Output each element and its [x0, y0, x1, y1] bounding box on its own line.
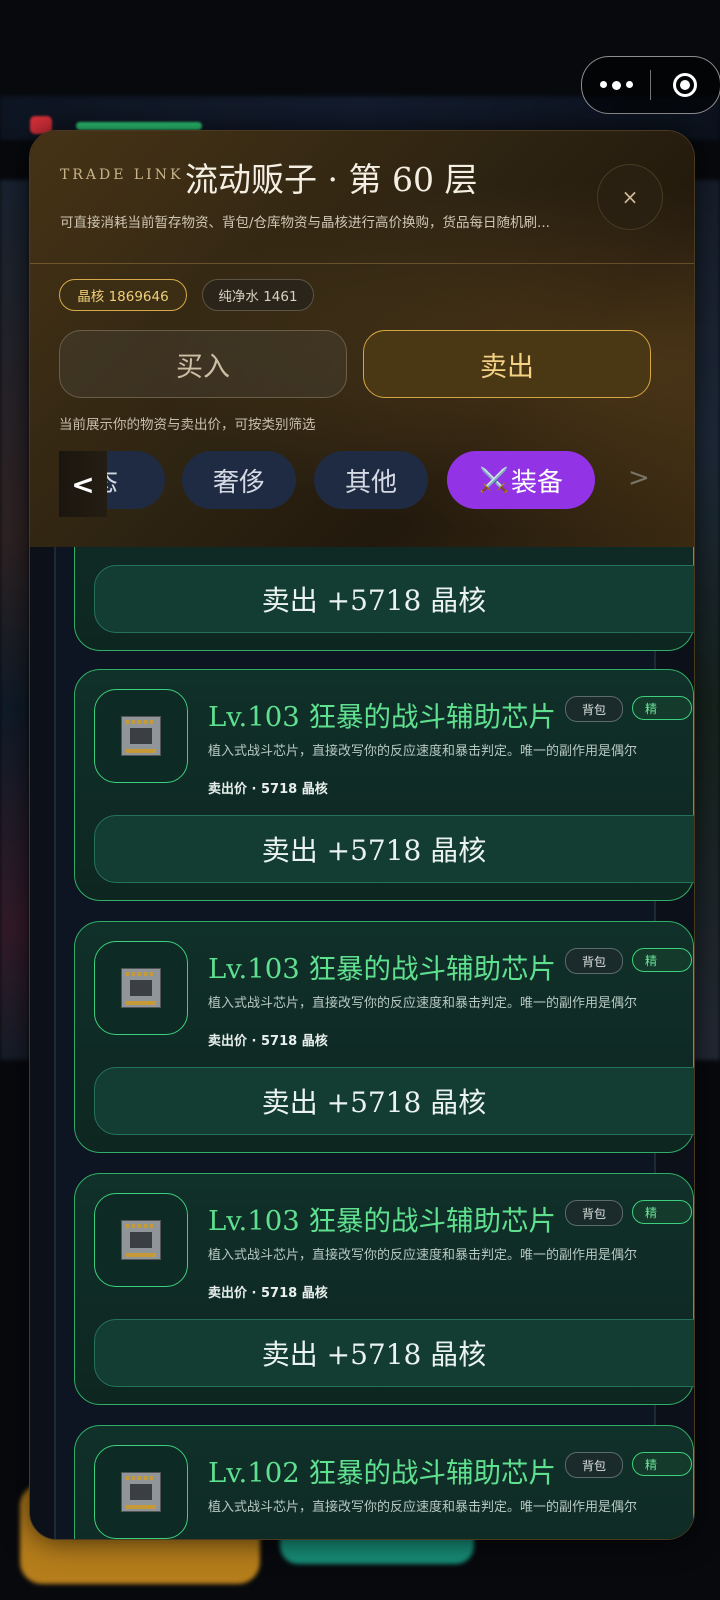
quality-badge: 精 — [632, 948, 692, 972]
item-thumbnail — [94, 1445, 188, 1539]
close-button[interactable]: × — [597, 164, 663, 230]
list-item: Lv.103 狂暴的战斗辅助芯片 背包 精 植入式战斗芯片，直接改写你的反应速度… — [74, 1173, 694, 1405]
health-bar — [76, 122, 202, 130]
chip-icon — [121, 968, 161, 1008]
record-target-icon[interactable] — [651, 73, 719, 97]
item-price: 卖出价 · 5718 晶核 — [208, 1286, 328, 1301]
scroll-right-arrow[interactable]: > — [628, 463, 650, 493]
item-price: 卖出价 · 5718 晶核 — [208, 1034, 328, 1049]
category-tab-other[interactable]: 其他 — [314, 451, 428, 509]
item-description: 植入式战斗芯片，直接改写你的反应速度和暴击判定。唯一的副作用是偶尔 — [208, 996, 638, 1011]
sell-button[interactable]: 卖出 +5718 晶核 — [94, 1067, 694, 1135]
scroll-left-arrow[interactable]: < — [59, 451, 107, 517]
list-item: 卖出 +5718 晶核 — [74, 547, 694, 651]
sell-button[interactable]: 卖出 +5718 晶核 — [94, 815, 694, 883]
close-icon: × — [621, 185, 639, 209]
category-filter-bar: 生态 奢侈 其他 ⚔️装备 — [59, 451, 665, 509]
item-name: Lv.102 狂暴的战斗辅助芯片 — [208, 1457, 557, 1489]
quality-badge: 精 — [632, 1452, 692, 1476]
item-name: Lv.103 狂暴的战斗辅助芯片 — [208, 953, 557, 985]
chip-icon — [121, 1472, 161, 1512]
category-label: 装备 — [510, 467, 563, 498]
quality-badge: 精 — [632, 1200, 692, 1224]
list-item: Lv.102 狂暴的战斗辅助芯片 背包 精 植入式战斗芯片，直接改写你的反应速度… — [74, 1425, 694, 1539]
item-thumbnail — [94, 941, 188, 1035]
item-thumbnail — [94, 1193, 188, 1287]
list-item: Lv.103 狂暴的战斗辅助芯片 背包 精 植入式战斗芯片，直接改写你的反应速度… — [74, 669, 694, 901]
item-price: 卖出价 · 5718 晶核 — [208, 782, 328, 797]
source-badge: 背包 — [565, 948, 623, 974]
crossed-swords-icon: ⚔️ — [479, 466, 509, 494]
mini-program-capsule — [581, 56, 720, 114]
item-list: 卖出 +5718 晶核 Lv.103 狂暴的战斗辅助芯片 背包 精 植入式战斗芯… — [30, 547, 694, 1539]
source-badge: 背包 — [565, 1452, 623, 1478]
item-name: Lv.103 狂暴的战斗辅助芯片 — [208, 1205, 557, 1237]
list-item: Lv.103 狂暴的战斗辅助芯片 背包 精 植入式战斗芯片，直接改写你的反应速度… — [74, 921, 694, 1153]
quality-badge: 精 — [632, 696, 692, 720]
water-balance-badge: 纯净水 1461 — [202, 279, 314, 311]
item-thumbnail — [94, 689, 188, 783]
chip-icon — [121, 1220, 161, 1260]
sell-button[interactable]: 卖出 +5718 晶核 — [94, 565, 694, 633]
more-dots-icon[interactable] — [582, 80, 650, 90]
item-description: 植入式战斗芯片，直接改写你的反应速度和暴击判定。唯一的副作用是偶尔 — [208, 1500, 638, 1515]
item-name: Lv.103 狂暴的战斗辅助芯片 — [208, 701, 557, 733]
sell-button[interactable]: 卖出 +5718 晶核 — [94, 1319, 694, 1387]
category-tab-luxury[interactable]: 奢侈 — [182, 451, 296, 509]
modal-header: TRADE LINK 流动贩子 · 第 60 层 可直接消耗当前暂存物资、背包/… — [30, 131, 694, 547]
trade-modal: TRADE LINK 流动贩子 · 第 60 层 可直接消耗当前暂存物资、背包/… — [29, 130, 695, 1540]
page-title: 流动贩子 · 第 60 层 — [185, 160, 478, 199]
source-badge: 背包 — [565, 696, 623, 722]
core-balance-badge: 晶核 1869646 — [59, 279, 187, 311]
item-description: 植入式战斗芯片，直接改写你的反应速度和暴击判定。唯一的副作用是偶尔 — [208, 1248, 638, 1263]
category-tab-equipment[interactable]: ⚔️ 装备 — [447, 451, 595, 509]
sell-tab-button[interactable]: 卖出 — [363, 330, 651, 398]
item-description: 植入式战斗芯片，直接改写你的反应速度和暴击判定。唯一的副作用是偶尔 — [208, 744, 638, 759]
chip-icon — [121, 716, 161, 756]
buy-tab-button[interactable]: 买入 — [59, 330, 347, 398]
eyebrow-label: TRADE LINK — [60, 167, 184, 183]
hint-text: 当前展示你的物资与卖出价，可按类别筛选 — [59, 417, 316, 433]
subtitle: 可直接消耗当前暂存物资、背包/仓库物资与晶核进行高价换购，货品每日随机刷... — [60, 215, 550, 231]
source-badge: 背包 — [565, 1200, 623, 1226]
